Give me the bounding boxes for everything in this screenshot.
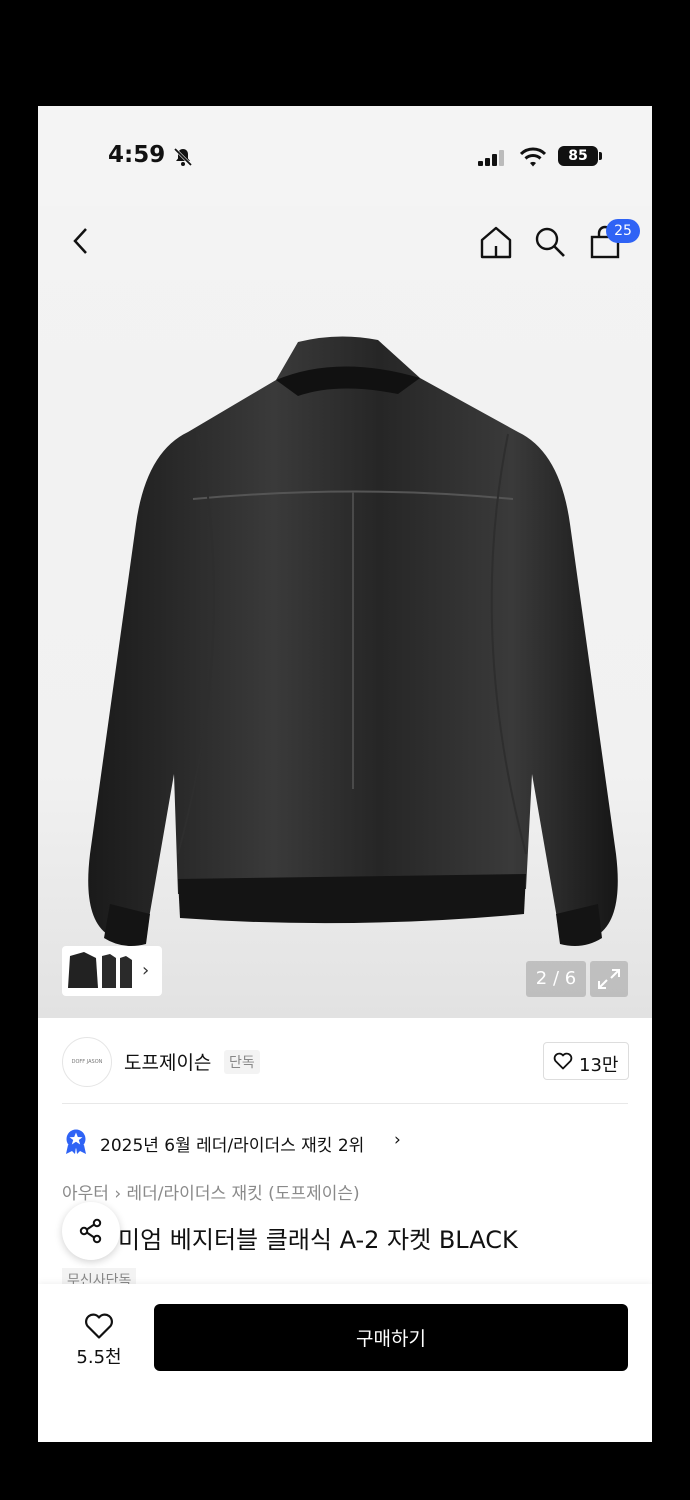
- wifi-icon: [520, 147, 546, 167]
- wishlist-heart-icon[interactable]: [84, 1312, 114, 1340]
- share-icon: [79, 1218, 102, 1244]
- expand-button[interactable]: [590, 961, 628, 997]
- cart-count-badge: 25: [606, 219, 640, 243]
- battery-tip: [599, 152, 602, 160]
- wishlist-count: 5.5천: [76, 1347, 122, 1368]
- leather-jacket-photo: [88, 336, 618, 946]
- brand-like-count: 13만: [579, 1055, 619, 1076]
- heart-icon: [553, 1052, 573, 1070]
- brand-name[interactable]: 도프제이슨: [124, 1048, 211, 1075]
- brand-like-button[interactable]: 13만: [543, 1042, 629, 1080]
- breadcrumb[interactable]: 아우터 › 레더/라이더스 재킷 (도프제이슨): [62, 1179, 360, 1204]
- back-icon[interactable]: [66, 224, 96, 258]
- ranking-chevron-icon[interactable]: ›: [394, 1130, 401, 1150]
- bell-muted-icon: [173, 147, 193, 167]
- divider: [62, 1103, 628, 1104]
- exclusive-badge: 단독: [224, 1050, 260, 1074]
- expand-icon: [598, 969, 620, 989]
- brand-logo[interactable]: DOFF JASON: [62, 1037, 112, 1087]
- ranking-link[interactable]: 2025년 6월 레더/라이더스 재킷 2위: [100, 1131, 364, 1156]
- share-button[interactable]: [62, 1202, 120, 1260]
- ranking-medal-icon: [66, 1129, 86, 1154]
- jacket-thumbnails: [68, 952, 132, 988]
- home-icon[interactable]: [478, 224, 514, 260]
- thumbnail-more-icon[interactable]: ›: [142, 960, 149, 981]
- product-title: 미엄 베지터블 클래식 A-2 자켓 BLACK: [118, 1226, 518, 1254]
- image-counter: 2 / 6: [526, 961, 586, 997]
- app-screen: 4:59 85 25 › 2 / 6 DOFF JASON 도프제이슨 단독 1…: [38, 106, 652, 1442]
- signal-icon: [478, 150, 504, 166]
- battery-icon: 85: [558, 146, 598, 166]
- status-time: 4:59: [108, 142, 166, 168]
- buy-button[interactable]: 구매하기: [154, 1304, 628, 1371]
- search-icon[interactable]: [532, 224, 568, 260]
